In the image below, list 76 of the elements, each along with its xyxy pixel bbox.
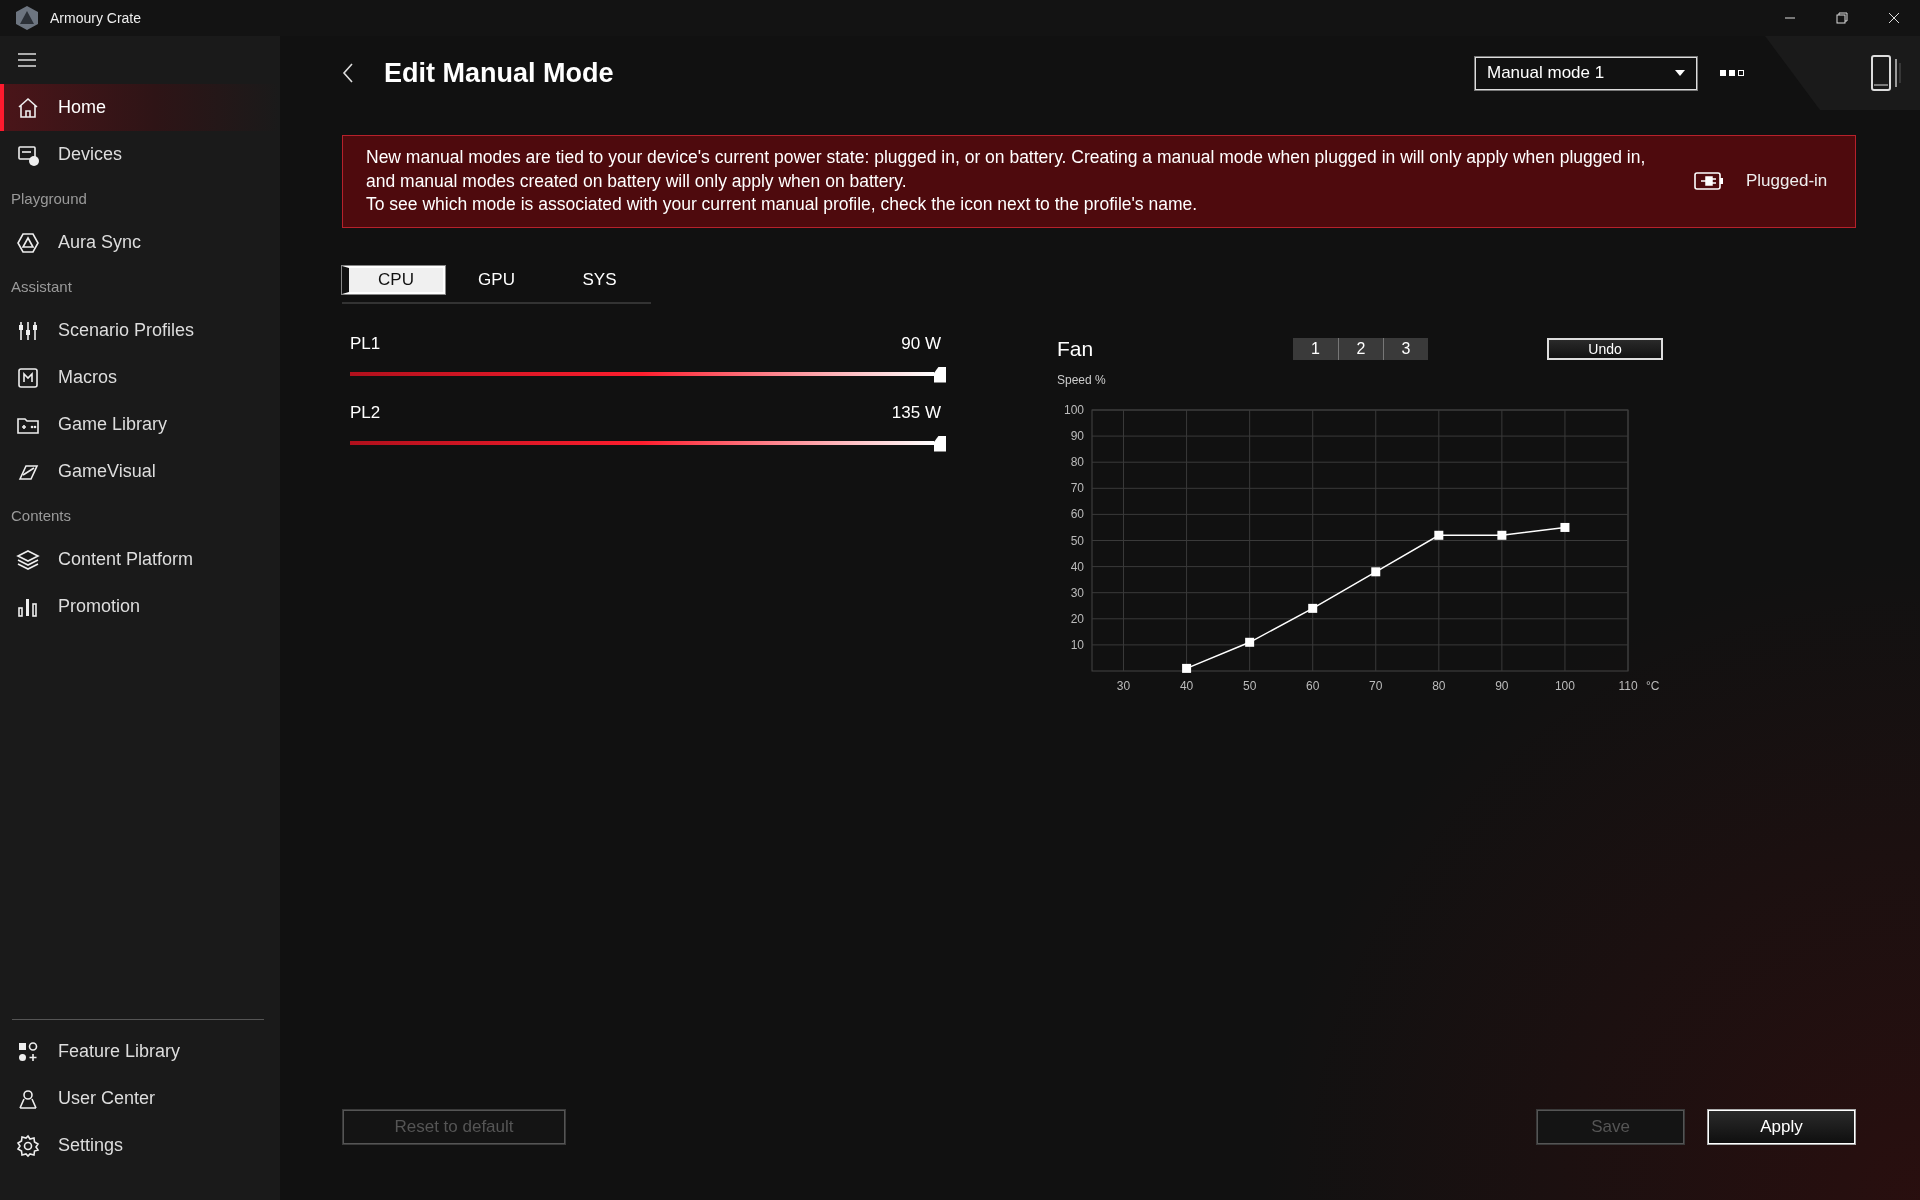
sidebar-item[interactable]: Devices xyxy=(0,131,280,178)
sidebar-item[interactable]: GameVisual xyxy=(0,448,280,495)
curve-point[interactable] xyxy=(1308,603,1318,613)
section-heading: Assistant xyxy=(11,278,72,295)
action-button[interactable]: Apply xyxy=(1707,1109,1856,1145)
tab[interactable]: CPU xyxy=(342,265,445,294)
slider-value: 90 W xyxy=(901,333,941,354)
sidebar-item[interactable]: Settings xyxy=(0,1122,280,1169)
mode-dropdown[interactable]: Manual mode 1 xyxy=(1474,55,1698,91)
x-axis-label: °C xyxy=(1646,678,1660,693)
shapes-icon xyxy=(16,1039,40,1064)
undo-button[interactable]: Undo xyxy=(1547,337,1663,360)
x-tick-label: 70 xyxy=(1369,678,1383,693)
x-tick-label: 80 xyxy=(1432,678,1446,693)
layers-icon xyxy=(16,547,40,572)
caret-icon xyxy=(1675,70,1685,76)
y-tick-label: 70 xyxy=(1070,480,1084,495)
y-axis-label: Speed % xyxy=(1057,372,1106,387)
window-title: Armoury Crate xyxy=(50,10,143,26)
x-tick-label: 60 xyxy=(1306,678,1320,693)
sidebar-item[interactable]: Aura Sync xyxy=(0,219,280,266)
banner-text: To see which mode is associated with your current manual profile, check the icon next to the profile's name. xyxy=(366,193,1199,216)
settings-icon xyxy=(16,1133,40,1158)
x-tick-label: 40 xyxy=(1179,678,1194,693)
y-tick-label: 20 xyxy=(1070,611,1084,626)
curve-point[interactable] xyxy=(1182,663,1192,673)
y-tick-label: 40 xyxy=(1070,559,1084,574)
sidebar-item[interactable]: Promotion xyxy=(0,583,280,630)
curve-point[interactable] xyxy=(1371,566,1381,576)
curve-point[interactable] xyxy=(1434,530,1444,540)
curve-point[interactable] xyxy=(1497,530,1507,540)
device-panel-button[interactable] xyxy=(1765,36,1920,110)
framed-square-icon xyxy=(16,365,40,390)
power-state-label: Plugged-in xyxy=(1746,171,1828,192)
plug-battery-icon xyxy=(1694,172,1724,191)
slider-label: PL1 xyxy=(350,333,381,354)
home-icon xyxy=(16,95,40,120)
menu-icon[interactable] xyxy=(17,52,37,68)
sidebar-item[interactable]: Content Platform xyxy=(0,536,280,583)
tab[interactable]: SYS xyxy=(548,265,651,294)
y-tick-label: 50 xyxy=(1070,533,1084,547)
sidebar-item[interactable]: Feature Library xyxy=(0,1028,280,1075)
sidebar-item[interactable]: Macros xyxy=(0,354,280,401)
banner-text: New manual modes are tied to your device's current power state: plugged in, or on battery. Creating a manual mode when plugged in will only apply when plugged in, and manual modes created on battery will only apply when on battery. xyxy=(366,146,1647,193)
restore-icon[interactable] xyxy=(1836,12,1848,24)
sidebar-item[interactable]: User Center xyxy=(0,1075,280,1122)
logo-icon xyxy=(14,5,40,31)
x-tick-label: 110 xyxy=(1618,678,1638,693)
more-icon[interactable] xyxy=(1720,69,1746,77)
sidebar-item[interactable]: Game Library xyxy=(0,401,280,448)
y-tick-label: 60 xyxy=(1070,506,1084,521)
y-tick-label: 10 xyxy=(1070,637,1084,652)
device-icon xyxy=(1870,55,1902,91)
fan-preset-button[interactable]: 2 xyxy=(1338,337,1383,360)
y-tick-label: 90 xyxy=(1070,428,1084,443)
curve-point[interactable] xyxy=(1560,522,1570,532)
fan-title: Fan xyxy=(1057,336,1095,361)
y-tick-label: 100 xyxy=(1063,402,1084,417)
section-heading: Contents xyxy=(11,507,72,524)
page-title: Edit Manual Mode xyxy=(384,57,615,89)
sidebar-item[interactable]: Scenario Profiles xyxy=(0,307,280,354)
fan-preset-button[interactable]: 1 xyxy=(1293,337,1338,360)
y-tick-label: 80 xyxy=(1070,454,1084,469)
x-tick-label: 100 xyxy=(1554,678,1575,693)
close-icon[interactable] xyxy=(1888,12,1900,24)
slider-label: PL2 xyxy=(350,402,381,423)
tab[interactable]: GPU xyxy=(445,265,548,294)
x-tick-label: 50 xyxy=(1242,678,1257,693)
curve-point[interactable] xyxy=(1245,637,1255,647)
section-heading: Playground xyxy=(11,190,87,207)
fan-preset-button[interactable]: 3 xyxy=(1383,337,1428,360)
slider-value: 135 W xyxy=(891,402,941,423)
y-tick-label: 30 xyxy=(1070,585,1084,600)
hexagon-triangle-icon xyxy=(16,230,40,255)
x-tick-label: 30 xyxy=(1116,678,1131,693)
x-tick-label: 90 xyxy=(1495,678,1509,693)
